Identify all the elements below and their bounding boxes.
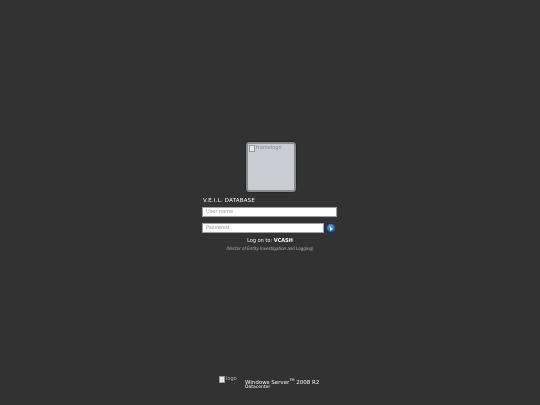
user-tile-alt-text: framelogo <box>256 145 282 151</box>
submit-button[interactable] <box>326 223 336 233</box>
brand-logo-alt-text: logo <box>226 376 237 382</box>
trademark-mark: TM <box>289 378 295 382</box>
user-tile: framelogo <box>246 142 296 192</box>
password-input[interactable] <box>202 223 324 233</box>
broken-image-icon <box>249 145 255 152</box>
product-edition: Datacenter <box>245 385 271 390</box>
login-screen: framelogo V.E.I.L. DATABASE Log on to: V… <box>0 0 540 405</box>
windows-logo-icon: logo <box>219 376 237 383</box>
product-version: 2008 R2 <box>296 379 320 386</box>
arrow-right-icon <box>330 226 333 231</box>
logon-domain: VCASH <box>273 238 293 244</box>
logon-target: Log on to: VCASH <box>0 238 540 244</box>
user-tile-image: framelogo <box>249 145 282 152</box>
logon-prefix: Log on to: <box>247 238 273 244</box>
domain-subtitle: (Vector of Entity Investigation and Logg… <box>226 246 314 251</box>
os-branding: logo Windows ServerTM 2008 R2 Datacenter <box>219 376 339 394</box>
username-input[interactable] <box>202 207 337 217</box>
account-name-label: V.E.I.L. DATABASE <box>203 198 256 204</box>
broken-image-icon <box>219 376 225 383</box>
